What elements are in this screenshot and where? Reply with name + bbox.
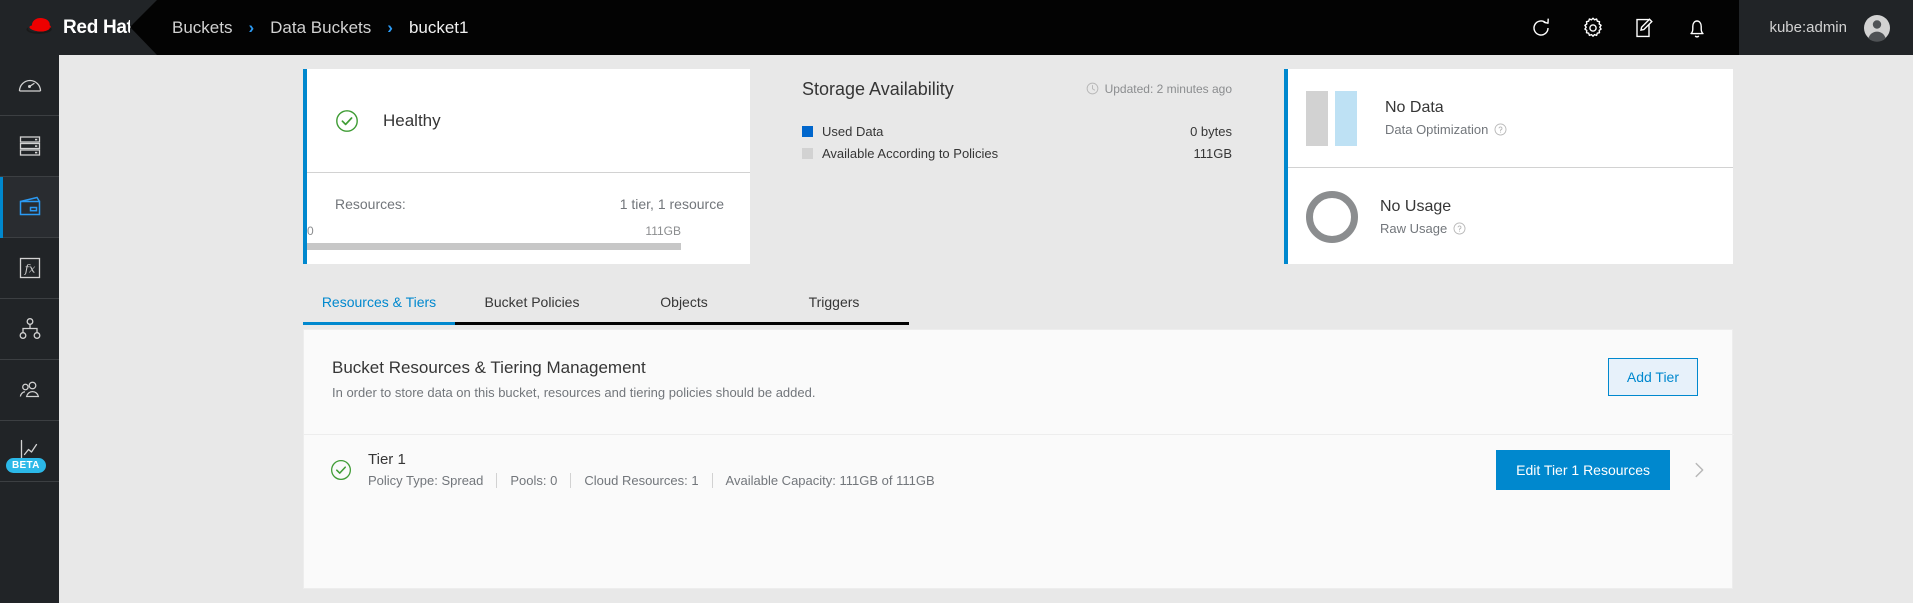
breadcrumb-item-buckets[interactable]: Buckets <box>172 18 232 38</box>
updated-text: Updated: 2 minutes ago <box>1104 81 1232 96</box>
beta-badge: BETA <box>6 458 46 473</box>
help-circle-icon[interactable] <box>1494 123 1507 136</box>
add-tier-button[interactable]: Add Tier <box>1607 358 1698 396</box>
usage-row-raw-usage: No Usage Raw Usage <box>1288 167 1733 265</box>
check-circle-icon <box>335 109 359 133</box>
masthead: Red Hat Buckets › Data Buckets › bucket1 <box>0 0 1913 55</box>
panel-subtitle: In order to store data on this bucket, r… <box>332 385 816 400</box>
help-circle-icon[interactable] <box>1453 222 1466 235</box>
panel-title: Bucket Resources & Tiering Management <box>332 358 646 377</box>
user-name-label: kube:admin <box>1769 19 1847 36</box>
breadcrumb-chevron-icon: › <box>248 17 255 37</box>
bell-icon[interactable] <box>1685 16 1709 40</box>
breadcrumb-item-data-buckets[interactable]: Data Buckets <box>270 18 371 38</box>
functions-fx-icon: fx <box>17 255 43 281</box>
import-yaml-icon[interactable] <box>1633 16 1657 40</box>
sidebar-item-analytics[interactable]: BETA <box>0 421 59 482</box>
usage-subtitle-data-optimization: Data Optimization <box>1385 122 1507 137</box>
storage-servers-icon <box>17 133 43 159</box>
brand-label: Red Hat <box>63 16 133 38</box>
tab-bar: Resources & Tiers Bucket Policies Object… <box>303 283 909 325</box>
brand-logo[interactable]: Red Hat <box>0 0 157 55</box>
tab-bucket-policies[interactable]: Bucket Policies <box>455 283 609 325</box>
refresh-icon[interactable] <box>1529 16 1553 40</box>
edit-tier-resources-button[interactable]: Edit Tier 1 Resources <box>1496 449 1670 490</box>
availability-bar: 0 111GB <box>307 224 681 250</box>
panel-header: Bucket Resources & Tiering Management In… <box>304 330 1732 400</box>
masthead-actions <box>1529 16 1739 40</box>
tier-list-item[interactable]: Tier 1 Policy Type: Spread Pools: 0 Clou… <box>304 434 1734 504</box>
tier-meta-cloud-resources: Cloud Resources: 1 <box>570 473 711 488</box>
chevron-right-icon[interactable] <box>1688 459 1710 481</box>
dashboard-gauge-icon <box>17 72 43 98</box>
main-content: Healthy Resources: 1 tier, 1 resource St… <box>59 55 1913 603</box>
sidebar-item-dashboard[interactable] <box>0 55 59 116</box>
breadcrumb: Buckets › Data Buckets › bucket1 <box>172 18 468 38</box>
sidebar-item-topology[interactable] <box>0 299 59 360</box>
panel-header-text: Bucket Resources & Tiering Management In… <box>332 358 815 400</box>
usage-title-no-usage: No Usage <box>1380 197 1452 215</box>
legend-value-used-data: 0 bytes <box>1190 124 1232 139</box>
user-menu[interactable]: kube:admin <box>1739 0 1913 55</box>
tab-objects[interactable]: Objects <box>609 283 759 325</box>
availability-legend: Used Data 0 bytes Available According to… <box>801 124 1232 161</box>
check-circle-icon <box>330 459 352 481</box>
usage-title-no-data: No Data <box>1385 99 1444 116</box>
accounts-users-icon <box>17 377 43 403</box>
bar-max-label: 111GB <box>645 224 681 238</box>
resources-label: Resources: <box>335 196 406 212</box>
legend-label-available: Available According to Policies <box>821 146 999 161</box>
storage-availability-title: Storage Availability <box>801 79 954 99</box>
availability-bar-labels: 0 111GB <box>307 224 681 238</box>
tier-meta-row: Policy Type: Spread Pools: 0 Cloud Resou… <box>368 473 1496 488</box>
tab-triggers[interactable]: Triggers <box>759 283 909 325</box>
summary-card-row: Healthy Resources: 1 tier, 1 resource St… <box>303 69 1733 264</box>
usage-subtitle-text: Data Optimization <box>1385 122 1489 137</box>
resources-value: 1 tier, 1 resource <box>619 196 724 212</box>
svg-text:fx: fx <box>23 262 35 276</box>
user-avatar-icon[interactable] <box>1863 14 1891 42</box>
legend-item-available: Available According to Policies 111GB <box>801 146 1232 161</box>
sidebar-item-storage[interactable] <box>0 116 59 177</box>
storage-availability-card: Storage Availability Updated: 2 minutes … <box>307 69 1232 264</box>
tier-meta-pools: Pools: 0 <box>496 473 570 488</box>
legend-item-used-data: Used Data 0 bytes <box>801 124 1232 139</box>
availability-bar-track <box>307 243 681 250</box>
sidebar-item-buckets[interactable] <box>0 177 59 238</box>
tier-meta-available-capacity: Available Capacity: 111GB of 111GB <box>711 473 948 488</box>
sidebar-item-accounts[interactable] <box>0 360 59 421</box>
usage-row-data-optimization: No Data Data Optimization <box>1288 69 1733 167</box>
red-hat-fedora-icon <box>22 17 56 39</box>
sidebar-item-functions[interactable]: fx <box>0 238 59 299</box>
legend-swatch-available <box>801 148 813 159</box>
tier-info: Tier 1 Policy Type: Spread Pools: 0 Clou… <box>368 451 1496 488</box>
tier-name: Tier 1 <box>368 451 406 468</box>
health-status-header: Healthy <box>307 69 750 173</box>
usage-subtitle-text: Raw Usage <box>1380 220 1448 236</box>
legend-label-used-data: Used Data <box>821 124 884 139</box>
usage-summary-card: No Data Data Optimization No Usage Raw U… <box>1284 69 1733 264</box>
usage-text-raw-usage: No Usage Raw Usage <box>1380 198 1466 236</box>
tab-resources-and-tiers[interactable]: Resources & Tiers <box>303 283 455 325</box>
breadcrumb-item-bucket1[interactable]: bucket1 <box>409 18 469 38</box>
two-bars-icon <box>1306 90 1363 146</box>
left-nav-rail: fx BETA <box>0 55 59 603</box>
clock-icon <box>1086 82 1099 95</box>
topology-icon <box>17 316 43 342</box>
usage-text-data-optimization: No Data Data Optimization <box>1385 99 1507 137</box>
bar-min-label: 0 <box>307 224 314 238</box>
breadcrumb-chevron-icon: › <box>387 17 393 37</box>
donut-ring-icon <box>1306 190 1358 243</box>
updated-timestamp: Updated: 2 minutes ago <box>1086 82 1232 96</box>
health-status-label: Healthy <box>383 110 441 130</box>
storage-availability-header: Storage Availability Updated: 2 minutes … <box>802 79 1232 100</box>
usage-subtitle-raw-usage: Raw Usage <box>1380 221 1466 236</box>
legend-value-available: 111GB <box>1193 146 1232 161</box>
resources-tiers-panel: Bucket Resources & Tiering Management In… <box>303 329 1734 589</box>
gear-icon[interactable] <box>1581 16 1605 40</box>
legend-swatch-used-data <box>801 126 813 137</box>
buckets-icon <box>17 194 43 220</box>
tier-meta-policy-type: Policy Type: Spread <box>368 473 484 488</box>
